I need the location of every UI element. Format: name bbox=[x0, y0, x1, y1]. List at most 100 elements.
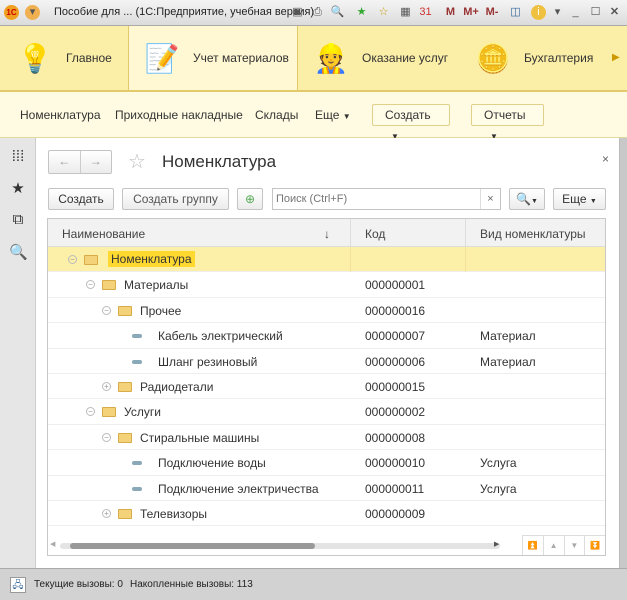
print-icon[interactable]: ⎙ bbox=[310, 5, 325, 20]
column-header-code[interactable]: Код bbox=[365, 227, 385, 241]
expand-icon[interactable]: + bbox=[102, 509, 111, 518]
row-code: 000000001 bbox=[365, 278, 426, 293]
row-code: 000000006 bbox=[365, 354, 426, 369]
close-window-icon[interactable]: ✕ bbox=[607, 5, 622, 20]
scroll-right-icon[interactable]: ▶ bbox=[494, 540, 499, 548]
search-icon[interactable]: 🔍 bbox=[9, 243, 28, 261]
row-code: 000000008 bbox=[365, 430, 426, 445]
table-row[interactable]: − Материалы 000000001 bbox=[48, 272, 605, 298]
history-icon[interactable]: ⧉ bbox=[9, 211, 27, 229]
page-title: Номенклатура bbox=[162, 152, 277, 171]
row-kind: Материал bbox=[480, 354, 536, 369]
add-favorite-icon[interactable]: ★ bbox=[354, 5, 369, 20]
collapse-icon[interactable]: − bbox=[102, 305, 111, 315]
calculator-icon[interactable]: ▦ bbox=[398, 5, 413, 20]
save-icon[interactable]: ▣ bbox=[290, 5, 305, 20]
nav-nomenclature[interactable]: Номенклатура bbox=[20, 108, 101, 122]
favorites-star-icon[interactable]: ★ bbox=[9, 179, 27, 197]
more-label: Еще bbox=[562, 192, 587, 206]
favorite-star-icon[interactable]: ☆ bbox=[128, 149, 146, 174]
memory-add-button[interactable]: M+ bbox=[460, 5, 482, 20]
reports-menu-button[interactable]: Отчеты ▼ bbox=[471, 104, 544, 141]
create-button[interactable]: Создать bbox=[48, 188, 114, 210]
next-row-icon[interactable]: ▼ bbox=[565, 536, 586, 555]
copy-item-icon[interactable]: ⊕ bbox=[237, 188, 263, 210]
collapse-icon[interactable]: − bbox=[86, 280, 95, 290]
back-arrow-icon[interactable]: ← bbox=[49, 151, 81, 173]
search-input[interactable] bbox=[276, 191, 476, 207]
navigation-bar: Номенклатура Приходные накладные Склады … bbox=[0, 92, 627, 141]
first-row-icon[interactable]: ⏫ bbox=[523, 536, 544, 555]
sort-desc-icon[interactable]: ↓ bbox=[324, 227, 330, 241]
prev-row-icon[interactable]: ▲ bbox=[544, 536, 565, 555]
create-menu-button[interactable]: Создать ▼ bbox=[372, 104, 450, 141]
row-code: 000000007 bbox=[365, 329, 426, 344]
table-row[interactable]: Шланг резиновый 000000006 Материал bbox=[48, 349, 605, 374]
item-icon bbox=[132, 461, 142, 466]
table-row[interactable]: + Телевизоры 000000009 bbox=[48, 501, 605, 527]
clear-search-button[interactable]: × bbox=[480, 189, 500, 209]
section-main[interactable]: 💡 Главное bbox=[0, 26, 128, 90]
search-options-button[interactable]: 🔍▼ bbox=[509, 188, 545, 210]
info-icon[interactable]: i bbox=[531, 5, 546, 20]
sections-panel: 💡 Главное 📝 Учет материалов 👷 Оказание услу… bbox=[0, 26, 627, 92]
server-calls-icon[interactable]: 🖧 bbox=[10, 577, 26, 593]
menu-dropdown-icon[interactable]: ▾ bbox=[25, 5, 40, 20]
section-services[interactable]: 👷 Оказание услуг bbox=[310, 26, 470, 90]
close-form-button[interactable]: × bbox=[602, 152, 609, 166]
section-label: Оказание услуг bbox=[362, 51, 449, 65]
minimize-icon[interactable]: _ bbox=[568, 5, 583, 20]
column-header-kind[interactable]: Вид номенклатуры bbox=[480, 227, 586, 241]
preview-icon[interactable]: 🔍 bbox=[330, 5, 345, 20]
folder-icon bbox=[84, 255, 98, 265]
row-name: Радиодетали bbox=[140, 380, 214, 394]
horizontal-scrollbar[interactable] bbox=[60, 543, 500, 549]
collapse-icon[interactable]: − bbox=[102, 432, 111, 442]
table-row[interactable]: Подключение электричества 000000011 Услуга bbox=[48, 476, 605, 501]
more-button[interactable]: Еще ▼ bbox=[553, 188, 606, 210]
table-row[interactable]: Подключение воды 000000010 Услуга bbox=[48, 450, 605, 476]
forward-arrow-icon[interactable]: → bbox=[81, 151, 112, 173]
sidebar: ⁞⁞⁞ ★ ⧉ 🔍 bbox=[0, 138, 36, 568]
expand-icon[interactable]: + bbox=[102, 382, 111, 391]
table-row[interactable]: + Радиодетали 000000015 bbox=[48, 374, 605, 400]
panels-icon[interactable]: ◫ bbox=[508, 5, 523, 20]
scroll-right-icon[interactable]: ▶ bbox=[612, 52, 620, 63]
apps-grid-icon[interactable]: ⁞⁞⁞ bbox=[9, 148, 27, 166]
scrollbar-thumb[interactable] bbox=[70, 543, 315, 549]
table-row[interactable]: − Прочее 000000016 bbox=[48, 298, 605, 324]
folder-icon bbox=[118, 305, 132, 316]
row-kind: Материал bbox=[480, 329, 536, 344]
folder-icon bbox=[102, 280, 116, 291]
collapse-icon[interactable]: − bbox=[68, 255, 77, 264]
scroll-left-icon[interactable]: ◀ bbox=[50, 540, 55, 548]
maximize-icon[interactable]: ☐ bbox=[588, 5, 603, 20]
memory-button[interactable]: M bbox=[443, 5, 458, 20]
table-row[interactable]: Кабель электрический 000000007 Материал bbox=[48, 323, 605, 349]
nav-more[interactable]: Еще ▼ bbox=[315, 108, 351, 122]
favorites-icon[interactable]: ☆ bbox=[376, 5, 391, 20]
nav-receipts[interactable]: Приходные накладные bbox=[115, 108, 243, 122]
row-code: 000000010 bbox=[365, 456, 426, 471]
row-name: Стиральные машины bbox=[140, 430, 260, 445]
notepad-pencil-icon: 📝 bbox=[144, 42, 180, 74]
collapse-icon[interactable]: − bbox=[86, 407, 95, 417]
1c-logo-icon[interactable]: 1C bbox=[4, 5, 19, 20]
last-row-icon[interactable]: ⏬ bbox=[585, 536, 605, 555]
calendar-icon[interactable]: 31 bbox=[418, 5, 433, 20]
info-dropdown-icon[interactable]: ▾ bbox=[550, 5, 565, 20]
table-row[interactable]: − Услуги 000000002 bbox=[48, 399, 605, 425]
table-row[interactable]: − Стиральные машины 000000008 bbox=[48, 425, 605, 451]
section-materials[interactable]: 📝 Учет материалов bbox=[128, 26, 298, 90]
column-header-name[interactable]: Наименование bbox=[62, 227, 145, 241]
table-header: Наименование ↓ Код Вид номенклатуры bbox=[48, 219, 605, 247]
section-accounting[interactable]: 🪙 Бухгалтерия bbox=[472, 26, 612, 90]
row-name: Материалы bbox=[124, 278, 189, 293]
nav-warehouses[interactable]: Склады bbox=[255, 108, 298, 122]
more-label: Еще bbox=[315, 108, 340, 122]
current-calls: Текущие вызовы: 0 bbox=[34, 579, 123, 590]
create-group-button[interactable]: Создать группу bbox=[122, 188, 229, 210]
reports-label: Отчеты bbox=[484, 108, 526, 122]
memory-subtract-button[interactable]: M- bbox=[482, 5, 502, 20]
table-row[interactable]: − Номенклатура bbox=[48, 247, 605, 273]
